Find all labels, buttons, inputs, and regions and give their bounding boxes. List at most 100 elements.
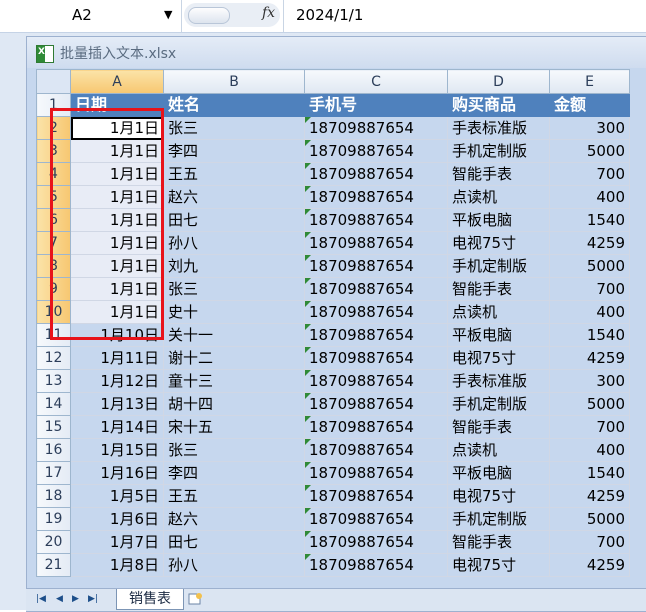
formula-grip-icon[interactable] xyxy=(188,7,230,24)
cell-amount[interactable]: 5000 xyxy=(549,507,630,531)
cell-phone[interactable]: 18709887654 xyxy=(304,553,448,577)
cell-name[interactable]: 赵六 xyxy=(163,185,305,209)
cell-phone[interactable]: 18709887654 xyxy=(304,208,448,232)
row-header[interactable]: 8 xyxy=(36,254,71,278)
cell-amount[interactable]: 400 xyxy=(549,185,630,209)
column-header-a[interactable]: A xyxy=(70,69,164,94)
cell-product[interactable]: 智能手表 xyxy=(447,162,550,186)
cell-date[interactable]: 1月1日 xyxy=(70,300,164,324)
header-cell-phone[interactable]: 手机号 xyxy=(304,93,448,117)
header-cell-date[interactable]: 日期 xyxy=(70,93,164,117)
cell-amount[interactable]: 1540 xyxy=(549,323,630,347)
cell-amount[interactable]: 4259 xyxy=(549,231,630,255)
cell-amount[interactable]: 700 xyxy=(549,277,630,301)
header-cell-name[interactable]: 姓名 xyxy=(163,93,305,117)
row-header[interactable]: 6 xyxy=(36,208,71,232)
column-header-d[interactable]: D xyxy=(447,69,550,94)
cell-amount[interactable]: 5000 xyxy=(549,254,630,278)
row-header[interactable]: 7 xyxy=(36,231,71,255)
cell-date[interactable]: 1月8日 xyxy=(70,553,164,577)
cell-amount[interactable]: 700 xyxy=(549,415,630,439)
cell-name[interactable]: 刘九 xyxy=(163,254,305,278)
row-header[interactable]: 15 xyxy=(36,415,71,439)
cell-product[interactable]: 手机定制版 xyxy=(447,507,550,531)
row-header[interactable]: 14 xyxy=(36,392,71,416)
cell-amount[interactable]: 700 xyxy=(549,162,630,186)
cell-product[interactable]: 手表标准版 xyxy=(447,369,550,393)
column-header-b[interactable]: B xyxy=(163,69,305,94)
cell-phone[interactable]: 18709887654 xyxy=(304,346,448,370)
column-header-e[interactable]: E xyxy=(549,69,630,94)
cell-date[interactable]: 1月1日 xyxy=(70,254,164,278)
cell-date[interactable]: 1月1日 xyxy=(70,139,164,163)
cell-phone[interactable]: 18709887654 xyxy=(304,323,448,347)
chevron-down-icon[interactable]: ▼ xyxy=(164,3,172,27)
name-box[interactable]: A2 ▼ xyxy=(0,3,180,27)
cell-date[interactable]: 1月16日 xyxy=(70,461,164,485)
cell-amount[interactable]: 400 xyxy=(549,438,630,462)
row-header[interactable]: 13 xyxy=(36,369,71,393)
row-header[interactable]: 21 xyxy=(36,553,71,577)
row-header[interactable]: 1 xyxy=(36,93,71,117)
cell-phone[interactable]: 18709887654 xyxy=(304,277,448,301)
cell-name[interactable]: 田七 xyxy=(163,208,305,232)
cell-name[interactable]: 孙八 xyxy=(163,553,305,577)
last-sheet-icon[interactable]: ▶| xyxy=(88,594,98,604)
row-header[interactable]: 11 xyxy=(36,323,71,347)
cell-product[interactable]: 电视75寸 xyxy=(447,553,550,577)
cell-name[interactable]: 孙八 xyxy=(163,231,305,255)
cell-amount[interactable]: 300 xyxy=(549,369,630,393)
cell-date[interactable]: 1月1日 xyxy=(70,162,164,186)
cell-phone[interactable]: 18709887654 xyxy=(304,484,448,508)
cell-product[interactable]: 智能手表 xyxy=(447,415,550,439)
cell-name[interactable]: 史十 xyxy=(163,300,305,324)
cell-phone[interactable]: 18709887654 xyxy=(304,162,448,186)
cell-amount[interactable]: 4259 xyxy=(549,484,630,508)
cell-phone[interactable]: 18709887654 xyxy=(304,300,448,324)
cell-phone[interactable]: 18709887654 xyxy=(304,254,448,278)
cell-date[interactable]: 1月15日 xyxy=(70,438,164,462)
cell-product[interactable]: 点读机 xyxy=(447,185,550,209)
cell-date[interactable]: 1月11日 xyxy=(70,346,164,370)
cell-date[interactable]: 1月6日 xyxy=(70,507,164,531)
cell-date[interactable]: 1月5日 xyxy=(70,484,164,508)
cell-amount[interactable]: 300 xyxy=(549,116,630,140)
cell-product[interactable]: 手机定制版 xyxy=(447,139,550,163)
row-header[interactable]: 2 xyxy=(36,116,71,140)
cell-phone[interactable]: 18709887654 xyxy=(304,530,448,554)
cell-date[interactable]: 1月1日 xyxy=(70,116,164,140)
header-cell-product[interactable]: 购买商品 xyxy=(447,93,550,117)
cell-name[interactable]: 童十三 xyxy=(163,369,305,393)
cell-product[interactable]: 电视75寸 xyxy=(447,484,550,508)
cell-product[interactable]: 点读机 xyxy=(447,300,550,324)
cell-phone[interactable]: 18709887654 xyxy=(304,507,448,531)
cell-date[interactable]: 1月7日 xyxy=(70,530,164,554)
cell-product[interactable]: 平板电脑 xyxy=(447,208,550,232)
cell-name[interactable]: 王五 xyxy=(163,162,305,186)
cell-amount[interactable]: 400 xyxy=(549,300,630,324)
cell-amount[interactable]: 1540 xyxy=(549,208,630,232)
formula-input[interactable]: 2024/1/1 xyxy=(296,3,363,27)
header-cell-amount[interactable]: 金额 xyxy=(549,93,630,117)
cell-phone[interactable]: 18709887654 xyxy=(304,438,448,462)
select-all-corner[interactable] xyxy=(36,69,71,94)
cell-product[interactable]: 平板电脑 xyxy=(447,323,550,347)
cell-amount[interactable]: 5000 xyxy=(549,139,630,163)
cell-product[interactable]: 手机定制版 xyxy=(447,254,550,278)
cell-date[interactable]: 1月14日 xyxy=(70,415,164,439)
cell-phone[interactable]: 18709887654 xyxy=(304,392,448,416)
cell-amount[interactable]: 700 xyxy=(549,530,630,554)
cell-date[interactable]: 1月10日 xyxy=(70,323,164,347)
cell-date[interactable]: 1月13日 xyxy=(70,392,164,416)
cell-amount[interactable]: 4259 xyxy=(549,553,630,577)
sheet-tab[interactable]: 销售表 xyxy=(116,589,184,610)
cell-product[interactable]: 平板电脑 xyxy=(447,461,550,485)
row-header[interactable]: 20 xyxy=(36,530,71,554)
cell-date[interactable]: 1月1日 xyxy=(70,231,164,255)
cell-date[interactable]: 1月1日 xyxy=(70,208,164,232)
cell-product[interactable]: 电视75寸 xyxy=(447,231,550,255)
row-header[interactable]: 18 xyxy=(36,484,71,508)
insert-function-icon[interactable]: fx xyxy=(262,5,275,21)
cell-date[interactable]: 1月1日 xyxy=(70,185,164,209)
cell-phone[interactable]: 18709887654 xyxy=(304,415,448,439)
